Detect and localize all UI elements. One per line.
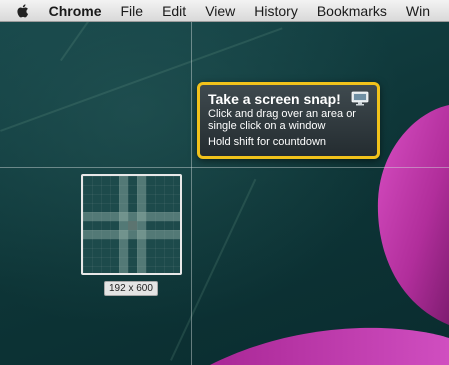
- magnifier-loupe: [81, 174, 182, 275]
- magnifier-crosshair-band: [137, 176, 146, 273]
- menu-edit[interactable]: Edit: [162, 0, 186, 22]
- crosshair-horizontal-line: [0, 167, 449, 168]
- magnifier-crosshair-band: [83, 230, 180, 239]
- tooltip-title: Take a screen snap!: [208, 91, 341, 107]
- magnifier-crosshair-band: [83, 212, 180, 221]
- flower-petals: [210, 105, 449, 365]
- magnifier-center-pixel: [128, 221, 137, 230]
- magnifier-crosshair-band: [119, 176, 128, 273]
- crosshair-vertical-line: [191, 22, 192, 365]
- dimensions-label: 192 x 600: [104, 281, 158, 296]
- menu-view[interactable]: View: [205, 0, 235, 22]
- menu-file[interactable]: File: [121, 0, 144, 22]
- tooltip-countdown-hint: Hold shift for countdown: [208, 136, 327, 148]
- menu-window[interactable]: Win: [406, 0, 430, 22]
- monitor-icon: [351, 91, 369, 106]
- menu-history[interactable]: History: [254, 0, 298, 22]
- menu-app-chrome[interactable]: Chrome: [49, 0, 102, 22]
- tooltip-instruction-line: Click and drag over an area or: [208, 108, 356, 120]
- petal-upper: [377, 105, 449, 325]
- menu-bookmarks[interactable]: Bookmarks: [317, 0, 387, 22]
- petal-lower: [210, 327, 449, 365]
- tooltip-instruction-line: single click on a window: [208, 120, 326, 132]
- menu-bar: Chrome File Edit View History Bookmarks …: [0, 0, 449, 22]
- screen-snap-tooltip: Take a screen snap! Click and drag over …: [197, 82, 380, 159]
- apple-icon[interactable]: [16, 3, 29, 19]
